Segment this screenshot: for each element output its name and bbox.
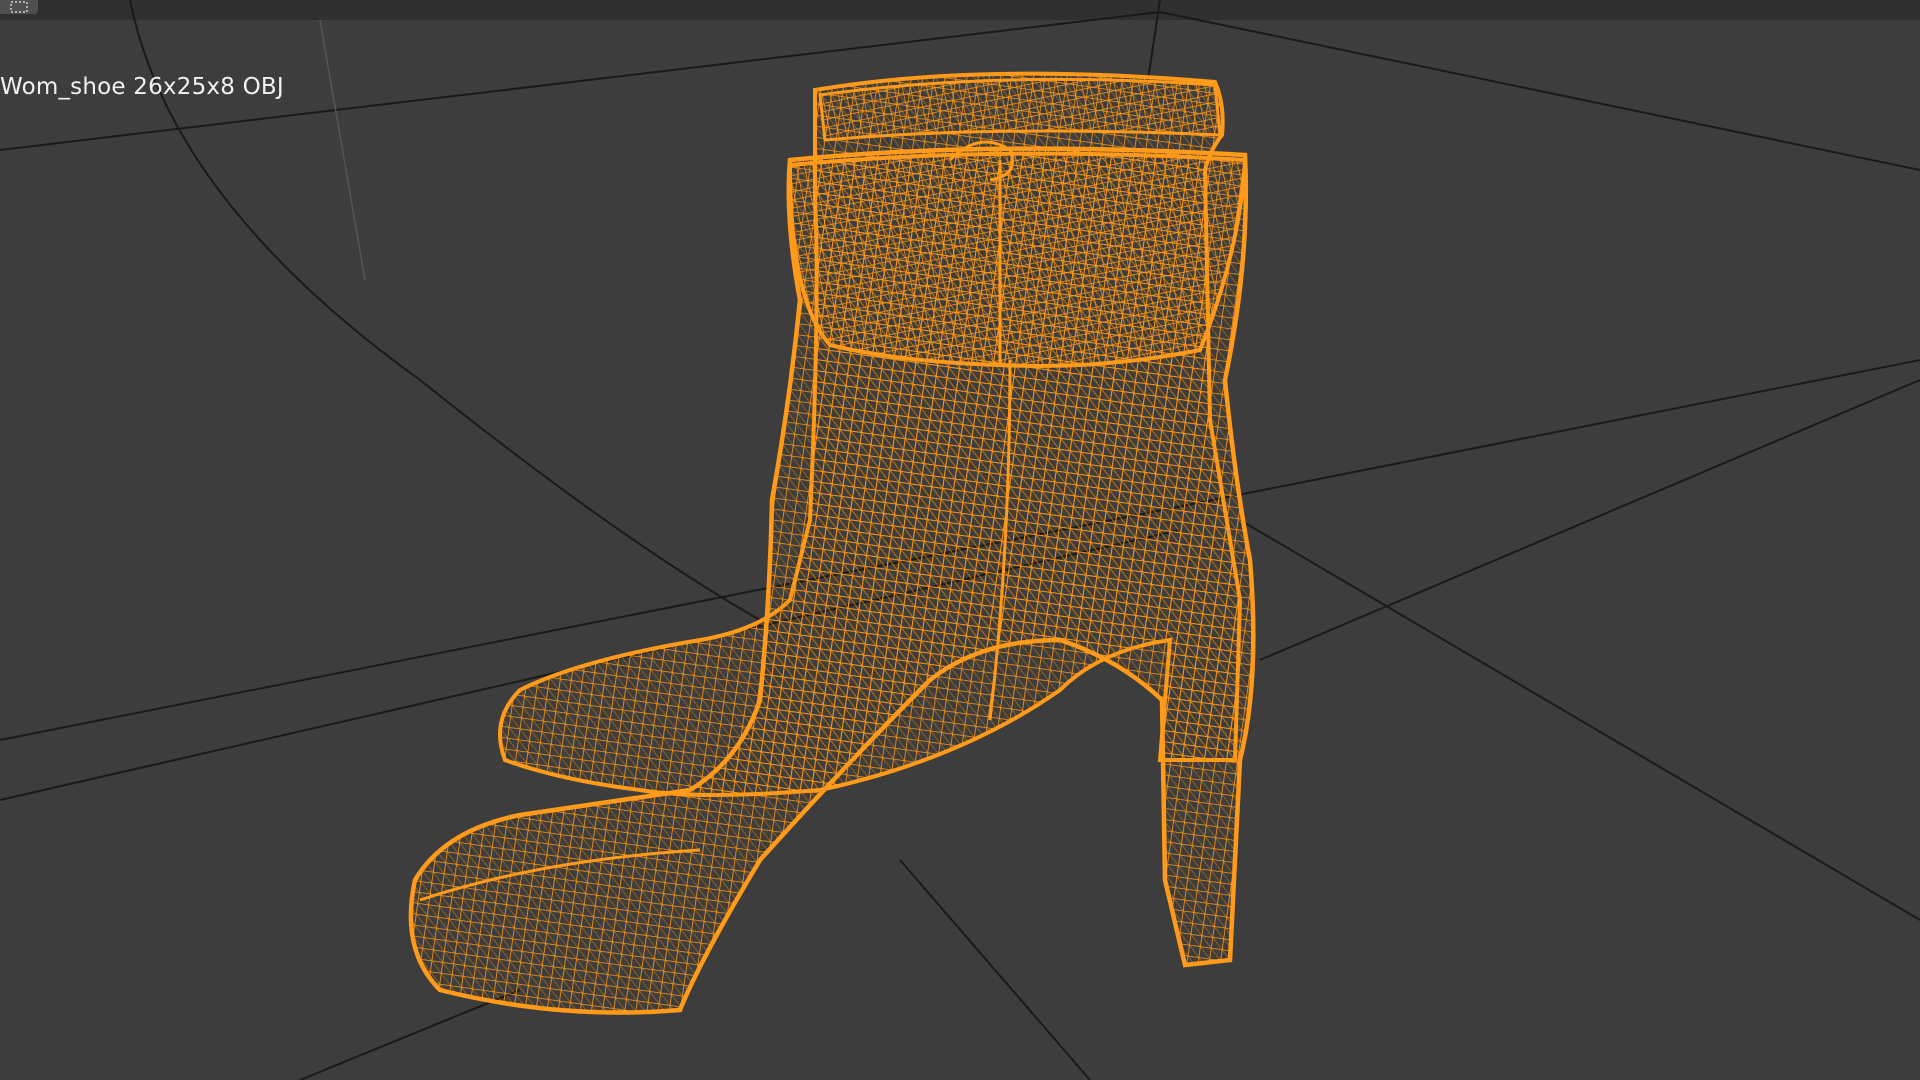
- object-name-label: Wom_shoe 26x25x8 OBJ: [0, 74, 284, 100]
- front-shoe-wireframe: [408, 140, 1256, 1015]
- 3d-viewport[interactable]: Wom_shoe 26x25x8 OBJ: [0, 0, 1920, 1080]
- faint-axis-line: [319, 19, 366, 281]
- viewport-scene[interactable]: [0, 0, 1920, 1080]
